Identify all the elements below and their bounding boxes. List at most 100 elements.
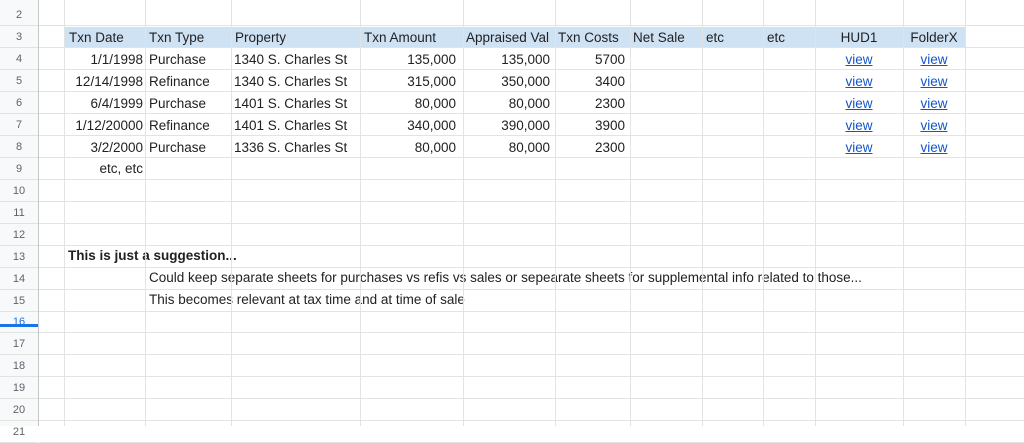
cell-hud1-link[interactable]: view xyxy=(815,93,903,114)
row-number[interactable]: 6 xyxy=(0,92,38,114)
cell-txn-date[interactable]: 1/1/1998 xyxy=(65,49,143,70)
cell-etc-2[interactable] xyxy=(763,137,812,158)
cell-etc-2[interactable] xyxy=(763,115,812,136)
cell-txn-costs[interactable]: 3400 xyxy=(555,71,625,92)
cell-property[interactable]: 1340 S. Charles St xyxy=(234,71,359,92)
cell-txn-amount[interactable]: 135,000 xyxy=(360,49,456,70)
gridline-vertical xyxy=(360,0,361,426)
gridline-horizontal xyxy=(39,201,1024,202)
header-appraised-val[interactable]: Appraised Val xyxy=(463,27,555,48)
cell-etc-1[interactable] xyxy=(702,115,760,136)
header-etc-2[interactable]: etc xyxy=(763,27,815,48)
cell-appraised-val[interactable]: 135,000 xyxy=(463,49,550,70)
cell-txn-amount[interactable]: 340,000 xyxy=(360,115,456,136)
cell-etc-1[interactable] xyxy=(702,93,760,114)
row-number[interactable]: 2 xyxy=(0,4,38,26)
header-net-sale[interactable]: Net Sale xyxy=(630,27,702,48)
header-property[interactable]: Property xyxy=(231,27,360,48)
cell-property[interactable]: 1401 S. Charles St xyxy=(234,93,359,114)
row-number[interactable]: 10 xyxy=(0,180,38,202)
cell-txn-date[interactable]: 6/4/1999 xyxy=(65,93,143,114)
cell-folderx-link[interactable]: view xyxy=(903,49,965,70)
cell-etc-1[interactable] xyxy=(702,49,760,70)
cell-property[interactable]: 1336 S. Charles St xyxy=(234,137,359,158)
cell-hud1-link[interactable]: view xyxy=(815,49,903,70)
cell-net-sale[interactable] xyxy=(630,137,698,158)
row-number[interactable]: 7 xyxy=(0,114,38,136)
cell-folderx-link[interactable]: view xyxy=(903,93,965,114)
gridline-vertical xyxy=(463,0,464,426)
cell-hud1-link[interactable]: view xyxy=(815,71,903,92)
header-txn-type[interactable]: Txn Type xyxy=(145,27,231,48)
header-etc-1[interactable]: etc xyxy=(702,27,763,48)
cell-txn-type[interactable]: Purchase xyxy=(149,93,229,114)
cell-txn-costs[interactable]: 2300 xyxy=(555,137,625,158)
cell-txn-type[interactable]: Refinance xyxy=(149,115,229,136)
cell-property[interactable]: 1401 S. Charles St xyxy=(234,115,359,136)
notes-title: This is just a suggestion... xyxy=(68,248,237,263)
cell-txn-costs[interactable]: 3900 xyxy=(555,115,625,136)
cell-folderx-link[interactable]: view xyxy=(903,115,965,136)
cell-folderx-link[interactable]: view xyxy=(903,71,965,92)
gridline-vertical xyxy=(903,0,904,426)
cell-appraised-val[interactable]: 350,000 xyxy=(463,71,550,92)
cell-etc-2[interactable] xyxy=(763,49,812,70)
row-number[interactable]: 18 xyxy=(0,355,38,377)
row-number[interactable]: 5 xyxy=(0,70,38,92)
cell-property[interactable]: 1340 S. Charles St xyxy=(234,49,359,70)
row-number[interactable]: 12 xyxy=(0,224,38,246)
gridline-horizontal xyxy=(39,135,1024,136)
cell-net-sale[interactable] xyxy=(630,115,698,136)
header-folderx[interactable]: FolderX xyxy=(903,27,965,48)
gridline-horizontal xyxy=(39,420,1024,421)
header-txn-costs[interactable]: Txn Costs xyxy=(555,27,630,48)
cell-txn-type[interactable]: Purchase xyxy=(149,137,229,158)
cell-txn-type[interactable]: Refinance xyxy=(149,71,229,92)
cell-etc-2[interactable] xyxy=(763,93,812,114)
cell-appraised-val[interactable]: 80,000 xyxy=(463,93,550,114)
row-number[interactable]: 4 xyxy=(0,48,38,70)
row-number[interactable]: 13 xyxy=(0,246,38,268)
cell-txn-costs[interactable]: 5700 xyxy=(555,49,625,70)
cell-txn-amount[interactable]: 80,000 xyxy=(360,93,456,114)
row-number[interactable]: 15 xyxy=(0,290,38,312)
cell-txn-date[interactable]: 1/12/20000 xyxy=(65,115,143,136)
header-txn-amount[interactable]: Txn Amount xyxy=(360,27,463,48)
header-txn-date[interactable]: Txn Date xyxy=(65,27,149,48)
cell-etc-1[interactable] xyxy=(702,71,760,92)
gridline-horizontal xyxy=(39,289,1024,290)
row-number[interactable]: 3 xyxy=(0,26,38,48)
cell-hud1-link[interactable]: view xyxy=(815,137,903,158)
spreadsheet-grid[interactable]: Txn Date Txn Type Property Txn Amount Ap… xyxy=(39,0,1024,443)
gridline-vertical xyxy=(763,0,764,426)
cell-txn-costs[interactable]: 2300 xyxy=(555,93,625,114)
gridline-horizontal xyxy=(39,157,1024,158)
cell-net-sale[interactable] xyxy=(630,71,698,92)
cell-txn-amount[interactable]: 315,000 xyxy=(360,71,456,92)
row-number[interactable]: 8 xyxy=(0,136,38,158)
cell-etc-2[interactable] xyxy=(763,71,812,92)
cell-folderx-link[interactable]: view xyxy=(903,137,965,158)
cell-txn-amount[interactable]: 80,000 xyxy=(360,137,456,158)
gridline-vertical xyxy=(702,0,703,426)
row-number[interactable]: 16 xyxy=(0,311,38,333)
header-hud1[interactable]: HUD1 xyxy=(815,27,903,48)
cell-etc-1[interactable] xyxy=(702,137,760,158)
cell-txn-date[interactable]: 3/2/2000 xyxy=(65,137,143,158)
cell-txn-type[interactable]: Purchase xyxy=(149,49,229,70)
gridline-horizontal xyxy=(39,47,1024,48)
row-number[interactable]: 21 xyxy=(0,421,38,443)
row-number[interactable]: 20 xyxy=(0,399,38,421)
row-number[interactable]: 19 xyxy=(0,377,38,399)
cell-txn-date[interactable]: 12/14/1998 xyxy=(65,71,143,92)
row-number[interactable]: 17 xyxy=(0,333,38,355)
row-number[interactable]: 11 xyxy=(0,202,38,224)
cell-net-sale[interactable] xyxy=(630,49,698,70)
row-number[interactable]: 14 xyxy=(0,268,38,290)
row-number[interactable]: 9 xyxy=(0,158,38,180)
cell-appraised-val[interactable]: 390,000 xyxy=(463,115,550,136)
cell-appraised-val[interactable]: 80,000 xyxy=(463,137,550,158)
cell-hud1-link[interactable]: view xyxy=(815,115,903,136)
gridline-vertical xyxy=(231,0,232,426)
cell-net-sale[interactable] xyxy=(630,93,698,114)
